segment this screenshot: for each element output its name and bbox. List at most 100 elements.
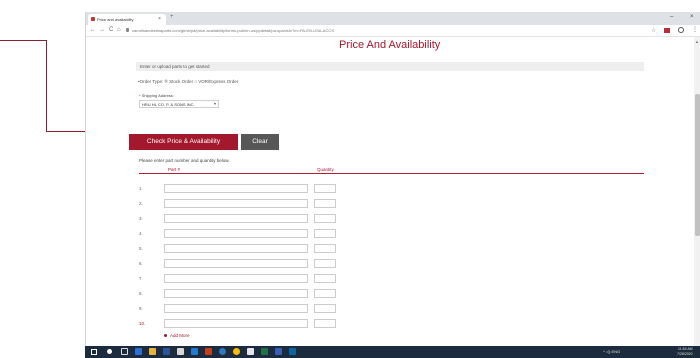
- row-number: 9.: [139, 306, 143, 311]
- quantity-input[interactable]: [314, 289, 336, 298]
- shipping-address-label: * Shipping Address:: [139, 93, 174, 98]
- clock-date: 7/28/2020: [677, 351, 693, 356]
- row-number: 8.: [139, 291, 143, 296]
- windows-start-icon[interactable]: [91, 349, 97, 355]
- part-row: 9.: [86, 303, 694, 317]
- browser-menu-icon[interactable]: ⋮: [692, 26, 698, 33]
- part-number-header: Part #: [168, 167, 181, 172]
- home-icon[interactable]: ⌂: [117, 27, 121, 33]
- browser-tab[interactable]: Price and availability ×: [88, 14, 166, 25]
- shipping-address-label-text: Shipping Address:: [141, 93, 174, 98]
- forward-icon[interactable]: →: [99, 27, 105, 33]
- row-number: 5.: [139, 246, 143, 251]
- quantity-input[interactable]: [314, 199, 336, 208]
- app-icon[interactable]: [205, 348, 212, 355]
- extension-icon[interactable]: [664, 28, 670, 33]
- add-more-link[interactable]: Add More: [164, 333, 190, 338]
- part-row: 6.: [86, 258, 694, 272]
- outlook-icon[interactable]: [289, 348, 296, 355]
- chrome-icon[interactable]: [233, 348, 240, 355]
- part-row: 10.: [86, 318, 694, 332]
- row-number: 7.: [139, 276, 143, 281]
- add-more-label: Add More: [170, 333, 190, 338]
- taskbar: ^ ◁) ENG 11:54 AM 7/28/2020: [85, 346, 700, 358]
- bookmark-star-icon[interactable]: ☆: [651, 27, 656, 34]
- quantity-input[interactable]: [314, 259, 336, 268]
- part-row: 7.: [86, 273, 694, 287]
- quantity-input[interactable]: [314, 244, 336, 253]
- part-row: 8.: [86, 288, 694, 302]
- clear-button[interactable]: Clear: [241, 134, 279, 150]
- part-number-input[interactable]: [164, 274, 308, 283]
- shipping-address-value: HRU HL CO. P. & SONS INC.: [142, 102, 195, 107]
- callout-line: [0, 40, 47, 41]
- url-field[interactable]: carrollsandestinaparts.com/gtmb/pa/price…: [132, 28, 334, 33]
- quantity-input[interactable]: [314, 214, 336, 223]
- tab-bar: Price and availability × + – ×: [86, 12, 700, 25]
- quantity-input[interactable]: [314, 229, 336, 238]
- new-tab-button[interactable]: +: [170, 14, 174, 20]
- lock-icon: [126, 28, 129, 32]
- part-row: 2.: [86, 198, 694, 212]
- app-icon[interactable]: [275, 348, 282, 355]
- profile-icon[interactable]: [678, 27, 684, 33]
- app-icon[interactable]: [177, 348, 184, 355]
- task-view-icon[interactable]: [121, 348, 128, 355]
- upload-section[interactable]: Enter or upload parts to get started: [136, 62, 644, 71]
- system-tray[interactable]: ^ ◁) ENG: [603, 349, 620, 354]
- quantity-input[interactable]: [314, 274, 336, 283]
- order-type-options[interactable]: •Order Type: ® Stock Order ○ VOR/Express…: [138, 79, 238, 84]
- reload-icon[interactable]: C: [109, 27, 113, 33]
- part-number-input[interactable]: [164, 304, 308, 313]
- excel-icon[interactable]: [261, 348, 268, 355]
- part-number-input[interactable]: [164, 214, 308, 223]
- part-number-input[interactable]: [164, 319, 308, 328]
- row-number: 1.: [139, 186, 143, 191]
- page-content: Price And Availability Enter or upload p…: [86, 37, 694, 346]
- window-close-icon[interactable]: ×: [690, 14, 694, 20]
- quantity-input[interactable]: [314, 319, 336, 328]
- part-number-input[interactable]: [164, 199, 308, 208]
- quantity-header: Quantity: [317, 167, 334, 172]
- close-tab-icon[interactable]: ×: [158, 16, 161, 22]
- file-explorer-icon[interactable]: [149, 348, 156, 355]
- callout-line: [46, 40, 47, 131]
- part-number-input[interactable]: [164, 244, 308, 253]
- part-number-input[interactable]: [164, 184, 308, 193]
- app-icon[interactable]: [135, 348, 142, 355]
- part-number-input[interactable]: [164, 289, 308, 298]
- address-bar: ← → C ⌂ carrollsandestinaparts.com/gtmb/…: [86, 25, 700, 37]
- header-divider: [139, 173, 644, 174]
- page-title: Price And Availability: [339, 39, 441, 51]
- screen: Price and availability × + – × ← → C ⌂ c…: [0, 0, 700, 358]
- clock[interactable]: 11:54 AM 7/28/2020: [677, 347, 693, 356]
- part-row: 3.: [86, 213, 694, 227]
- row-number: 10.: [139, 321, 146, 326]
- plus-icon: [164, 334, 167, 338]
- word-icon[interactable]: [163, 348, 170, 355]
- clock-time: 11:54 AM: [678, 347, 693, 351]
- quantity-input[interactable]: [314, 184, 336, 193]
- favicon-icon: [91, 17, 95, 21]
- row-number: 3.: [139, 216, 143, 221]
- chevron-down-icon: ▾: [213, 101, 216, 106]
- browser-window: Price and availability × + – × ← → C ⌂ c…: [85, 12, 700, 358]
- scrollbar-thumb[interactable]: [695, 94, 700, 236]
- check-price-availability-button[interactable]: Check Price & Availability: [129, 134, 238, 150]
- part-row: 5.: [86, 243, 694, 257]
- quantity-input[interactable]: [314, 304, 336, 313]
- scroll-up-icon[interactable]: ▲: [695, 39, 699, 44]
- back-icon[interactable]: ←: [90, 27, 96, 33]
- search-icon[interactable]: [107, 349, 112, 354]
- part-number-input[interactable]: [164, 229, 308, 238]
- minimize-icon[interactable]: –: [670, 14, 673, 20]
- part-row: 4.: [86, 228, 694, 242]
- edge-icon[interactable]: [219, 348, 226, 355]
- shipping-address-select[interactable]: HRU HL CO. P. & SONS INC. ▾: [139, 100, 219, 108]
- app-icon[interactable]: [191, 348, 198, 355]
- row-number: 2.: [139, 201, 143, 206]
- instructions-text: Please enter part number and quantity be…: [139, 158, 230, 163]
- part-number-input[interactable]: [164, 259, 308, 268]
- app-icon[interactable]: [247, 348, 254, 355]
- row-number: 6.: [139, 261, 143, 266]
